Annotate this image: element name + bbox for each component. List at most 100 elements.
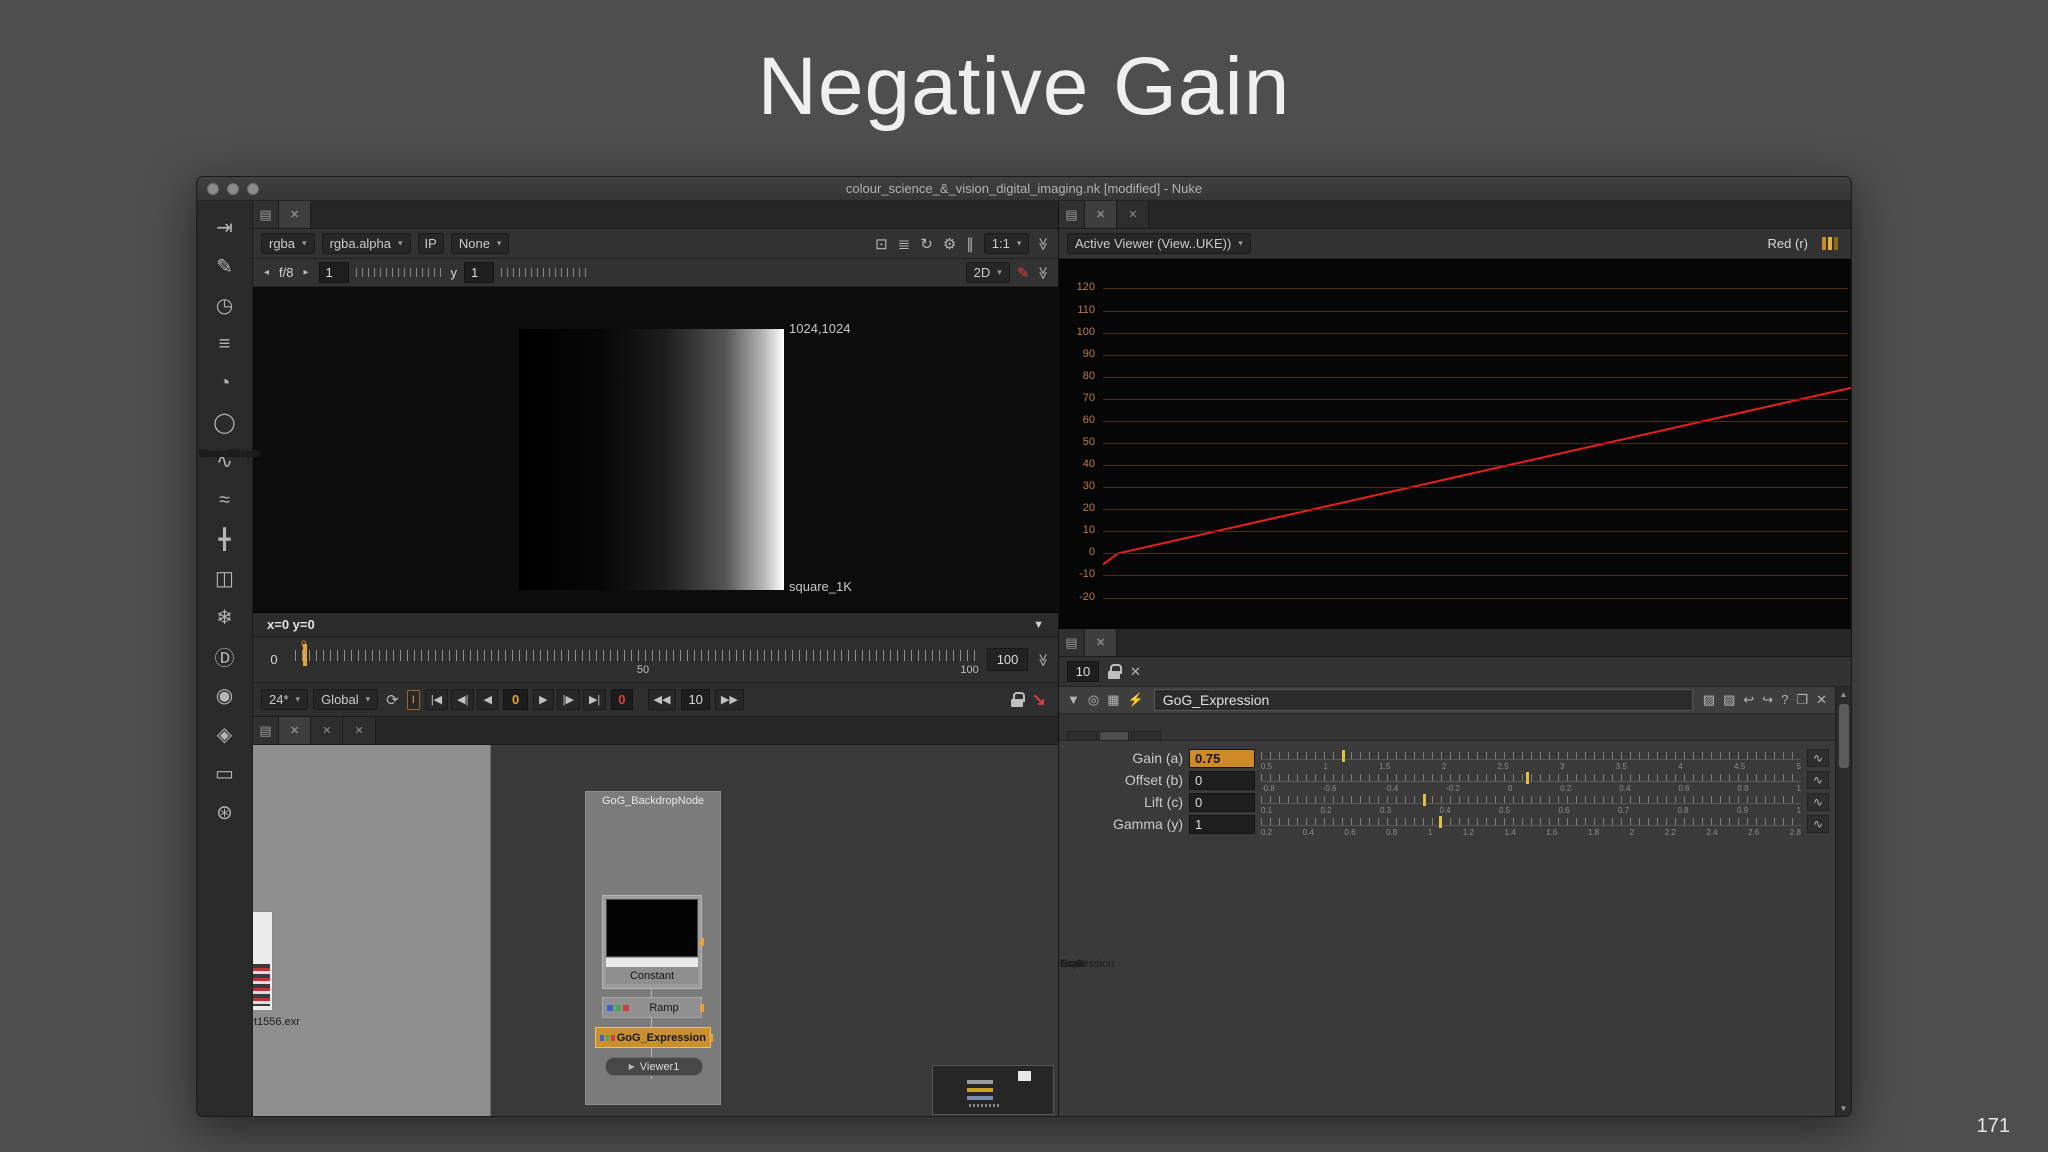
tab-close-icon[interactable]: ✕ — [1128, 208, 1137, 221]
toolsets-icon[interactable]: ▭ — [206, 759, 244, 787]
step-back-button[interactable]: ◀◀ — [648, 689, 677, 710]
constant-node[interactable]: Constant — [602, 895, 702, 989]
lut-dropdown[interactable]: None ▾ — [451, 233, 510, 254]
tab-close-icon[interactable]: ✕ — [354, 724, 363, 737]
tab-close-icon[interactable]: ✕ — [290, 208, 299, 221]
pane-menu-icon[interactable]: ▤ — [1059, 201, 1085, 228]
param-slider[interactable]: 0.511.522.533.544.55 — [1261, 749, 1801, 771]
nodegraph-minimap[interactable] — [932, 1065, 1054, 1115]
close-all-panels-icon[interactable]: ✕ — [1127, 664, 1144, 680]
param-slider[interactable]: 0.20.40.60.811.21.41.61.822.22.42.62.8 — [1261, 815, 1801, 837]
frame-increment-field[interactable]: 10 — [681, 689, 709, 710]
scope-source-dropdown[interactable]: Active Viewer (View..UKE)) ▾ — [1067, 233, 1251, 254]
lock-range-icon[interactable] — [1011, 692, 1023, 707]
particles-icon[interactable]: ❄ — [206, 603, 244, 631]
draw-icon[interactable]: ✎ — [206, 252, 244, 280]
pane-menu-icon[interactable]: ▤ — [253, 201, 279, 228]
lock-panels-icon[interactable] — [1108, 664, 1120, 679]
expression-flag-icon[interactable]: ⚡ — [1125, 692, 1147, 708]
timeline-track[interactable]: 0 50 100 — [295, 640, 979, 680]
tab-properties[interactable]: Properties✕ — [1085, 629, 1117, 656]
curve-editor-icon[interactable]: ∿ — [1807, 815, 1829, 833]
fps-dropdown[interactable]: 24* ▾ — [261, 689, 308, 710]
panel-chevrons-icon[interactable]: ≫ — [1035, 266, 1051, 280]
slider-handle[interactable] — [1526, 772, 1529, 784]
current-frame-field[interactable]: 0 — [503, 689, 528, 710]
prev-keyframe-button[interactable]: ◀| — [451, 689, 474, 710]
tab-node[interactable]: Node — [1131, 731, 1161, 740]
transform-icon[interactable]: ╋ — [206, 525, 244, 553]
color-icon[interactable]: ◔ — [206, 369, 244, 397]
close-window-button[interactable] — [207, 183, 219, 195]
viewer-node[interactable]: ▶ Viewer1 — [605, 1057, 703, 1076]
float-panel-icon[interactable]: ❐ — [1793, 692, 1811, 708]
3d-icon[interactable]: ◫ — [206, 564, 244, 592]
viewer-canvas[interactable]: 1024,1024 square_1K — [253, 287, 1058, 613]
deep-icon[interactable]: Ⓓ — [206, 642, 244, 670]
nodegraph-canvas[interactable]: t1556.exr GoG_BackdropNode Constant Ramp — [253, 745, 1058, 1116]
param-value-field[interactable]: 0 — [1189, 793, 1255, 812]
help-icon[interactable]: ? — [1778, 692, 1791, 708]
fstop-next-icon[interactable]: ▸ — [301, 267, 312, 278]
curve-editor-icon[interactable]: ∿ — [1807, 793, 1829, 811]
slider-handle[interactable] — [1439, 816, 1442, 828]
layer-dropdown[interactable]: rgba.alpha ▾ — [322, 233, 411, 254]
center-node-icon[interactable]: ◎ — [1085, 692, 1102, 708]
fstop-prev-icon[interactable]: ◂ — [261, 267, 272, 278]
collapse-triangle-icon[interactable]: ▼ — [1033, 619, 1044, 631]
channel-mask-2-icon[interactable]: ▨ — [1720, 692, 1738, 708]
viewer-gain-slider[interactable] — [356, 268, 444, 277]
views-icon[interactable]: ◉ — [206, 681, 244, 709]
tab-viewer1[interactable]: Viewer1✕ — [279, 201, 311, 228]
curve-editor-icon[interactable]: ∿ — [1807, 749, 1829, 767]
scroll-down-icon[interactable]: ▼ — [1840, 1101, 1848, 1116]
tab-expression[interactable]: Expression — [1067, 731, 1097, 740]
tab-close-icon[interactable]: ✕ — [322, 724, 331, 737]
redo-icon[interactable]: ↪ — [1759, 692, 1776, 708]
out-frame-field[interactable]: 0 — [611, 689, 632, 710]
tab-close-icon[interactable]: ✕ — [290, 724, 299, 737]
view-mode-dropdown[interactable]: 2D ▾ — [966, 262, 1010, 283]
filter-icon[interactable]: ◯ — [206, 408, 244, 436]
param-slider[interactable]: 0.10.20.30.40.50.60.70.80.91 — [1261, 793, 1801, 815]
play-forward-button[interactable]: ▶ — [533, 689, 553, 710]
scroll-up-icon[interactable]: ▲ — [1840, 687, 1848, 702]
tab-waveform[interactable]: Waveform✕ — [1085, 201, 1117, 228]
tab-vectorscope[interactable]: Vectorscope✕ — [1117, 201, 1149, 228]
max-panels-field[interactable]: 10 — [1067, 661, 1099, 682]
slider-handle[interactable] — [1342, 750, 1345, 762]
gear-icon[interactable]: ⚙ — [940, 235, 959, 253]
frame-range-dropdown[interactable]: Global ▾ — [313, 689, 378, 710]
annotate-pencil-icon[interactable]: ✎ — [1017, 264, 1030, 282]
goto-start-button[interactable]: |◀ — [425, 689, 448, 710]
param-value-field[interactable]: 0.75 — [1189, 749, 1255, 768]
properties-scrollbar[interactable]: ▲ ▼ — [1835, 687, 1851, 1116]
viewer-gain-field[interactable]: 1 — [319, 262, 349, 283]
gog-expression-node[interactable]: GoG_Expression — [595, 1027, 711, 1048]
slider-handle[interactable] — [1423, 794, 1426, 806]
param-slider[interactable]: -0.8-0.6-0.4-0.200.20.40.60.81 — [1261, 771, 1801, 793]
tab-curve-editor[interactable]: Curve Editor✕ — [311, 717, 343, 744]
ramp-node[interactable]: Ramp — [602, 997, 702, 1018]
pane-menu-icon[interactable]: ▤ — [1059, 629, 1085, 656]
sync-icon[interactable]: ↻ — [917, 235, 936, 253]
pause-icon[interactable]: ∥ — [963, 235, 977, 253]
close-panel-icon[interactable]: ✕ — [1813, 692, 1830, 708]
merge-icon[interactable]: ≈ — [206, 486, 244, 514]
input-process-toggle[interactable]: IP — [418, 233, 444, 254]
param-value-field[interactable]: 0 — [1189, 771, 1255, 790]
timeline-playhead[interactable]: 0 — [303, 644, 307, 666]
panel-chevrons-icon[interactable]: ≫ — [1035, 653, 1051, 667]
channel-mask-icon[interactable]: ▨ — [1700, 692, 1718, 708]
scrollbar-thumb[interactable] — [1839, 704, 1849, 768]
node-color-icon[interactable]: ▦ — [1104, 692, 1122, 708]
backdrop-node-left[interactable] — [253, 745, 491, 1116]
next-keyframe-button[interactable]: |▶ — [557, 689, 580, 710]
zoom-dropdown[interactable]: 1:1 ▾ — [984, 233, 1030, 254]
tab-close-icon[interactable]: ✕ — [1096, 208, 1105, 221]
channel-icon[interactable]: ≡ — [206, 330, 244, 358]
wipe-icon[interactable]: ≣ — [895, 235, 914, 253]
undo-icon[interactable]: ↩ — [1740, 692, 1757, 708]
node-name-field[interactable]: GoG_Expression — [1154, 689, 1693, 711]
window-titlebar[interactable]: colour_science_&_vision_digital_imaging.… — [197, 177, 1851, 201]
